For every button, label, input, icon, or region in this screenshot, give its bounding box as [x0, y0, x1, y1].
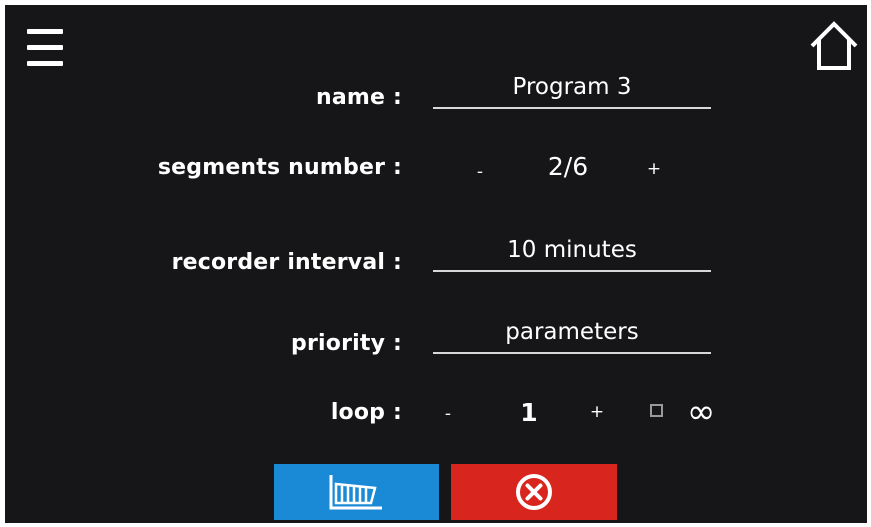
loop-value: 1: [520, 398, 538, 427]
infinity-icon: ∞: [687, 392, 716, 432]
close-circle-icon: [516, 474, 552, 510]
program-settings-screen: name : Program 3 segments number : - 2/6…: [5, 5, 867, 523]
segments-number-value: 2/6: [547, 152, 589, 181]
segments-number-label: segments number :: [157, 155, 402, 180]
loop-label: loop :: [330, 400, 402, 425]
name-label: name :: [315, 85, 402, 110]
recorder-interval-label: recorder interval :: [171, 250, 402, 275]
priority-field[interactable]: parameters: [433, 316, 711, 354]
home-icon[interactable]: [807, 19, 861, 73]
loop-increment-button[interactable]: +: [585, 402, 609, 422]
cancel-button[interactable]: [451, 464, 617, 520]
priority-label: priority :: [291, 331, 402, 356]
segments-decrement-button[interactable]: -: [468, 162, 492, 182]
segments-increment-button[interactable]: +: [642, 159, 666, 179]
segments-chart-button[interactable]: [274, 464, 439, 520]
loop-decrement-button[interactable]: -: [436, 404, 460, 424]
segments-chart-icon: [329, 475, 382, 510]
name-field[interactable]: Program 3: [433, 71, 711, 109]
loop-infinite-checkbox[interactable]: [650, 404, 663, 417]
recorder-interval-field[interactable]: 10 minutes: [433, 234, 711, 272]
hamburger-menu-icon[interactable]: [27, 29, 65, 69]
